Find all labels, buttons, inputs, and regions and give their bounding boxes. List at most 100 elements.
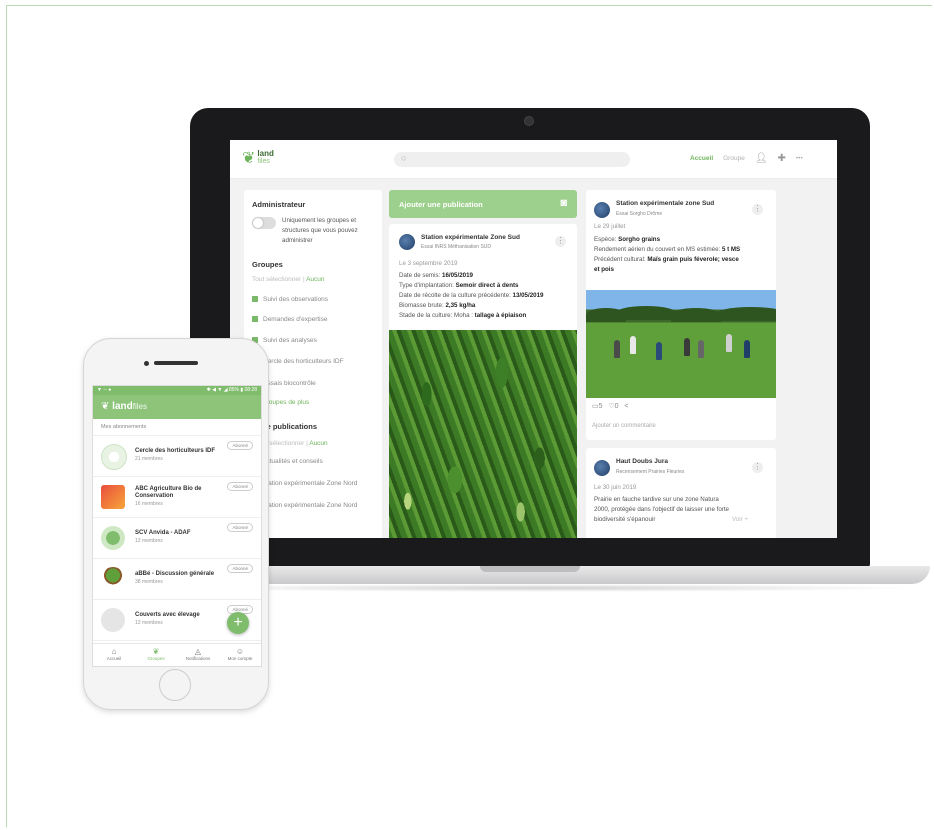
- comment-icon[interactable]: ▭: [592, 403, 599, 410]
- camera-icon: ◙: [560, 197, 567, 209]
- more-options-icon[interactable]: ⋮: [752, 204, 763, 215]
- list-item[interactable]: aBBé - Discussion générale 38 membres Ab…: [93, 559, 261, 600]
- subscribed-button[interactable]: Abonné: [227, 564, 253, 573]
- comment-count: 5: [598, 403, 603, 410]
- publications-title: de publications: [262, 422, 318, 431]
- subscriptions-heading: Mes abonnements: [93, 419, 261, 436]
- field-value: et pois: [594, 266, 614, 273]
- pub-filter-item[interactable]: Station expérimentale Zone Nord: [262, 502, 357, 509]
- tab-groups[interactable]: ❦ Groupes: [135, 644, 177, 666]
- post-group: Essai Sorgho Drôme: [616, 211, 663, 217]
- post-author[interactable]: Station expérimentale Zone Sud: [421, 234, 520, 241]
- add-publication-button[interactable]: Ajouter une publication ◙: [389, 190, 577, 218]
- post-field: Stade de la culture: Moha : tallage à ép…: [399, 312, 526, 319]
- select-none-link[interactable]: Aucun: [306, 276, 324, 283]
- logo-word-files: files: [257, 158, 270, 165]
- field-value: 5 t MS: [721, 246, 741, 253]
- field-label: Date de semis:: [399, 272, 442, 279]
- app-logo[interactable]: ❦ landfiles: [101, 401, 147, 412]
- search-input[interactable]: ○: [394, 152, 630, 167]
- more-menu[interactable]: •••: [796, 155, 803, 162]
- more-options-icon[interactable]: ⋮: [752, 462, 763, 473]
- admin-toggle[interactable]: [252, 217, 276, 229]
- bottom-tab-bar: ⌂ Accueil ❦ Groupes ◬ Notifications ☺ Mon co…: [93, 643, 261, 666]
- post-date: Le 3 septembre 2019: [399, 260, 458, 267]
- nav-groups[interactable]: Groupe: [723, 155, 745, 162]
- post-photo-field[interactable]: [586, 290, 776, 398]
- laptop-camera: [524, 116, 534, 126]
- select-all-pubs[interactable]: ut sélectionner | Aucun: [262, 440, 328, 447]
- phone-camera: [144, 361, 149, 366]
- user-icon[interactable]: 👤︎: [755, 153, 768, 164]
- share-icon[interactable]: <: [624, 403, 628, 410]
- top-navigation: ❦ land files ○ Accueil Groupe 👤︎ ✚ •••: [230, 140, 837, 179]
- post-group: Essai INRS Méthanisation SUD: [421, 244, 492, 250]
- app-header: ❦ landfiles: [93, 395, 261, 419]
- add-fab-button[interactable]: +: [227, 612, 249, 634]
- home-icon: ⌂: [111, 647, 117, 656]
- group-placeholder-icon: [101, 608, 125, 632]
- field-label: Espèce:: [594, 236, 619, 243]
- admin-title: Administrateur: [252, 200, 306, 209]
- status-left: ▼ ◦◦ ●: [97, 387, 112, 393]
- post-date: Le 30 juin 2019: [594, 484, 637, 491]
- select-all-label[interactable]: Tout sélectionner: [252, 276, 301, 283]
- see-more-link[interactable]: Voir +: [732, 516, 748, 523]
- pub-filter-item[interactable]: Actualités et conseils: [262, 458, 323, 465]
- nav-home[interactable]: Accueil: [690, 155, 713, 162]
- avatar[interactable]: [594, 202, 610, 218]
- select-none-link[interactable]: Aucun: [309, 440, 327, 447]
- group-members: 13 membres: [135, 620, 163, 626]
- field-label: Type d'implantation:: [399, 282, 456, 289]
- post-text: 2000, protégée dans l'objectif de laisse…: [594, 506, 729, 513]
- field-label: Précédent cultural:: [594, 256, 648, 263]
- user-icon: ☺: [235, 647, 245, 656]
- landfiles-logo[interactable]: ❦ land files: [242, 148, 274, 168]
- subscribed-button[interactable]: Abonné: [227, 523, 253, 532]
- tab-label: Accueil: [106, 656, 122, 661]
- subscribed-button[interactable]: Abonné: [227, 482, 253, 491]
- field-label: Date de récolte de la culture précédente…: [399, 292, 513, 299]
- post-text: Prairie en fauche tardive sur une zone N…: [594, 496, 719, 503]
- list-item[interactable]: ABC Agriculture Bio de Conservation 16 m…: [93, 477, 261, 518]
- group-members: 38 membres: [135, 579, 163, 585]
- plus-icon[interactable]: ✚: [778, 153, 786, 164]
- avatar[interactable]: [399, 234, 415, 250]
- post-photo-crop[interactable]: [389, 330, 577, 538]
- post-author[interactable]: Haut Doubs Jura: [616, 458, 668, 465]
- post-field: Date de récolte de la culture précédente…: [399, 292, 543, 299]
- main-nav: Accueil Groupe 👤︎ ✚ •••: [690, 153, 803, 164]
- checkbox-checked-icon[interactable]: [252, 296, 258, 303]
- comment-input[interactable]: Ajouter un commentaire: [592, 423, 656, 429]
- group-filter-item[interactable]: Demandes d'expertise: [252, 316, 327, 323]
- group-members: 13 membres: [135, 538, 163, 544]
- post-group: Recensement Prairies Fleuries: [616, 469, 685, 475]
- group-name: Couverts avec élevage: [135, 612, 200, 618]
- tab-account[interactable]: ☺ Mon compte: [219, 644, 261, 666]
- group-logo-icon: [101, 526, 125, 550]
- laptop-screen: ❦ land files ○ Accueil Groupe 👤︎ ✚ ••• A…: [230, 140, 837, 538]
- checkbox-checked-icon[interactable]: [252, 316, 258, 323]
- field-value: 16/05/2019: [442, 272, 473, 279]
- tab-notifications[interactable]: ◬ Notifications: [177, 644, 219, 666]
- more-options-icon[interactable]: ⋮: [555, 236, 566, 247]
- subscribed-button[interactable]: Abonné: [227, 441, 253, 450]
- post-field: Type d'implantation: Semoir direct à den…: [399, 282, 519, 289]
- avatar[interactable]: [594, 460, 610, 476]
- list-item[interactable]: Cercle des horticulteurs IDF 21 membres …: [93, 436, 261, 477]
- pub-filter-item[interactable]: Station expérimentale Zone Nord: [262, 480, 357, 487]
- admin-toggle-label: Uniquement les groupes et structures que…: [282, 217, 358, 244]
- tab-home[interactable]: ⌂ Accueil: [93, 644, 135, 666]
- group-name: SCV Anvida - ADAF: [135, 530, 191, 536]
- post-text: biodiversité s'épanouir: [594, 516, 656, 523]
- list-item[interactable]: SCV Anvida - ADAF 13 membres Abonné: [93, 518, 261, 559]
- select-all-groups[interactable]: Tout sélectionner | Aucun: [252, 276, 325, 283]
- phone-home-button[interactable]: [159, 669, 191, 701]
- group-filter-item[interactable]: Suivi des observations: [252, 296, 328, 303]
- field-label: Biomasse brute:: [399, 302, 446, 309]
- phone-screen: ▼ ◦◦ ● ✱ ◀ ▼ ◢ 85% ▮ 08:28 ❦ landfiles M…: [92, 385, 262, 667]
- add-publication-label: Ajouter une publication: [399, 200, 483, 209]
- tab-label: Groupes: [147, 656, 165, 661]
- post-author[interactable]: Station expérimentale zone Sud: [616, 200, 714, 207]
- group-filter-item[interactable]: Suivi des analyses: [252, 337, 317, 344]
